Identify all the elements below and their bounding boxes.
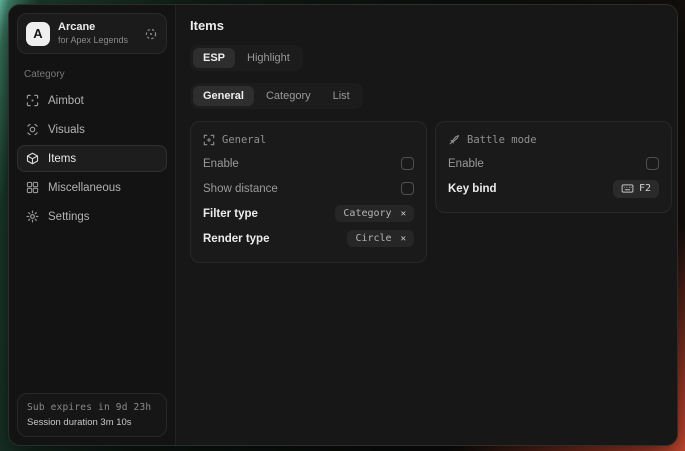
radar-icon xyxy=(26,123,39,136)
session-duration-text: Session duration 3m 10s xyxy=(27,417,157,428)
key-bind-button[interactable]: F2 xyxy=(613,180,659,198)
scan-frame-icon xyxy=(203,134,215,146)
package-icon xyxy=(26,152,39,165)
gear-icon xyxy=(26,210,39,223)
tab-highlight[interactable]: Highlight xyxy=(237,48,300,68)
filter-type-select[interactable]: Category ✕ xyxy=(335,205,414,222)
sidebar-item-aimbot[interactable]: Aimbot xyxy=(17,87,167,114)
sword-icon xyxy=(448,134,460,146)
app-logo: A xyxy=(26,22,50,46)
sidebar-item-label: Miscellaneous xyxy=(48,182,121,194)
battle-panel-header: Battle mode xyxy=(448,131,659,151)
sidebar: A Arcane for Apex Legends Category xyxy=(9,5,176,445)
app-tagline: for Apex Legends xyxy=(58,35,128,46)
keyboard-icon xyxy=(621,184,634,193)
sidebar-item-visuals[interactable]: Visuals xyxy=(17,116,167,143)
app-window: A Arcane for Apex Legends Category xyxy=(8,4,678,446)
brand-card: A Arcane for Apex Legends xyxy=(17,13,167,54)
setting-label: Show distance xyxy=(203,183,278,195)
setting-label: Filter type xyxy=(203,208,258,220)
subscription-card: Sub expires in 9d 23h Session duration 3… xyxy=(17,393,167,437)
setting-row-key-bind: Key bind F2 xyxy=(448,176,659,201)
main-content: Items ESP Highlight General Category Lis… xyxy=(176,5,678,445)
setting-row-show-distance: Show distance xyxy=(203,176,414,201)
setting-label: Render type xyxy=(203,233,269,245)
enable-checkbox[interactable] xyxy=(401,157,414,170)
mode-tabs: ESP Highlight xyxy=(190,45,303,71)
setting-row-enable: Enable xyxy=(448,151,659,176)
sidebar-item-label: Visuals xyxy=(48,124,85,136)
setting-row-filter-type: Filter type Category ✕ xyxy=(203,201,414,226)
sidebar-item-label: Settings xyxy=(48,211,90,223)
setting-row-render-type: Render type Circle ✕ xyxy=(203,226,414,251)
panels-row: General Enable Show distance Filter type… xyxy=(190,121,672,263)
sidebar-item-miscellaneous[interactable]: Miscellaneous xyxy=(17,174,167,201)
battle-panel-title: Battle mode xyxy=(467,134,537,146)
setting-label: Enable xyxy=(203,158,239,170)
sidebar-section-label: Category xyxy=(24,69,160,80)
key-bind-value: F2 xyxy=(639,183,651,194)
view-tabs: General Category List xyxy=(190,83,363,109)
setting-row-enable: Enable xyxy=(203,151,414,176)
grid-icon xyxy=(26,181,39,194)
sub-expires-text: Sub expires in 9d 23h xyxy=(27,402,157,413)
battle-enable-checkbox[interactable] xyxy=(646,157,659,170)
crosshair-icon xyxy=(26,94,39,107)
filter-type-value: Category xyxy=(343,208,391,219)
brand-text: Arcane for Apex Legends xyxy=(58,21,128,46)
setting-label: Key bind xyxy=(448,183,497,195)
battle-mode-panel: Battle mode Enable Key bind xyxy=(435,121,672,213)
render-type-value: Circle xyxy=(355,233,391,244)
general-panel-title: General xyxy=(222,134,266,146)
tab-category[interactable]: Category xyxy=(256,86,321,106)
show-distance-checkbox[interactable] xyxy=(401,182,414,195)
tab-esp[interactable]: ESP xyxy=(193,48,235,68)
general-panel-header: General xyxy=(203,131,414,151)
general-panel: General Enable Show distance Filter type… xyxy=(190,121,427,263)
setting-label: Enable xyxy=(448,158,484,170)
close-icon[interactable]: ✕ xyxy=(401,234,406,244)
tab-list[interactable]: List xyxy=(323,86,360,106)
target-icon[interactable] xyxy=(144,27,158,41)
sidebar-nav: Aimbot Visuals xyxy=(17,87,167,230)
app-name: Arcane xyxy=(58,21,128,35)
close-icon[interactable]: ✕ xyxy=(401,209,406,219)
tab-general[interactable]: General xyxy=(193,86,254,106)
render-type-select[interactable]: Circle ✕ xyxy=(347,230,414,247)
sidebar-item-settings[interactable]: Settings xyxy=(17,203,167,230)
page-title: Items xyxy=(190,18,672,33)
sidebar-item-items[interactable]: Items xyxy=(17,145,167,172)
sidebar-item-label: Items xyxy=(48,153,76,165)
sidebar-item-label: Aimbot xyxy=(48,95,84,107)
